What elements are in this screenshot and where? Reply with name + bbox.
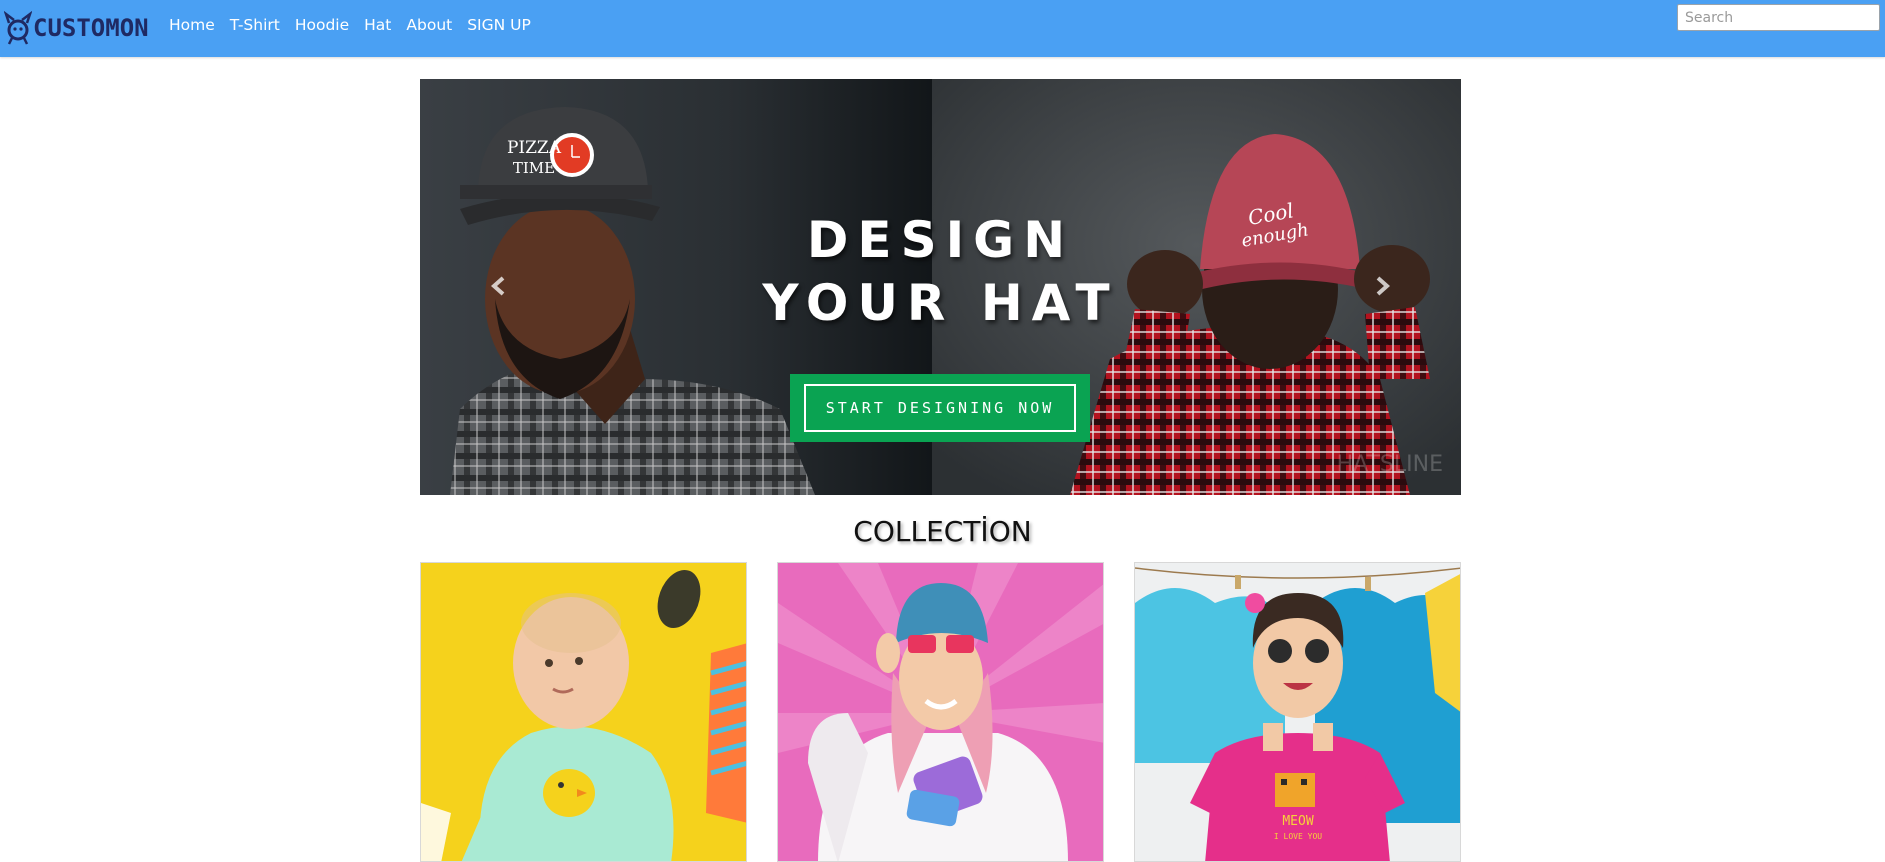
- search-input[interactable]: [1677, 4, 1880, 31]
- kids-tshirt-image: MEOW I LOVE YOU: [1135, 563, 1460, 861]
- hero-heading-line1: DESIGN: [806, 211, 1075, 269]
- shirt-text-meow: MEOW: [1282, 814, 1313, 829]
- collection-title: COLLECTİON: [853, 515, 1032, 548]
- brand-name: CUSTOMON: [33, 14, 149, 42]
- nav-tshirt[interactable]: T-Shirt: [230, 18, 280, 34]
- chevron-right-icon: [1376, 276, 1391, 296]
- left-cap-text: PIZZA: [507, 138, 562, 158]
- main-nav: Home T-Shirt Hoodie Hat About SIGN UP: [169, 0, 546, 52]
- carousel-prev-button[interactable]: [488, 275, 510, 297]
- pink-sweatshirt-image: [778, 563, 1103, 861]
- carousel-next-button[interactable]: [1371, 275, 1393, 297]
- start-designing-label: START DESIGNING NOW: [804, 384, 1076, 432]
- svg-text:TIME: TIME: [513, 159, 555, 177]
- nav-hat[interactable]: Hat: [364, 18, 391, 34]
- hero-heading-line2: YOUR HAT: [762, 274, 1119, 332]
- top-navbar: CUSTOMON Home T-Shirt Hoodie Hat About S…: [0, 0, 1885, 57]
- nav-home[interactable]: Home: [169, 18, 215, 34]
- start-designing-button[interactable]: START DESIGNING NOW: [790, 374, 1090, 442]
- nav-signup[interactable]: SIGN UP: [467, 18, 531, 34]
- hero-carousel: PIZZA TIME Cool enough DESIGN YOUR HAT S…: [420, 79, 1461, 495]
- chevron-left-icon: [490, 276, 505, 296]
- nav-about[interactable]: About: [406, 18, 452, 34]
- baby-onesie-image: [421, 563, 746, 861]
- brand-logo[interactable]: CUSTOMON: [4, 11, 149, 45]
- hero-heading: DESIGN YOUR HAT: [420, 209, 1461, 335]
- collection-card-baby-onesie[interactable]: [420, 562, 747, 862]
- collection-card-kids-tshirt[interactable]: MEOW I LOVE YOU: [1134, 562, 1461, 862]
- collection-card-pink-sweatshirt[interactable]: [777, 562, 1104, 862]
- hero-watermark: HATSLINE: [1336, 452, 1443, 477]
- shirt-text-love: I LOVE YOU: [1274, 832, 1322, 841]
- logo-mascot-icon: [4, 11, 32, 45]
- nav-hoodie[interactable]: Hoodie: [295, 18, 349, 34]
